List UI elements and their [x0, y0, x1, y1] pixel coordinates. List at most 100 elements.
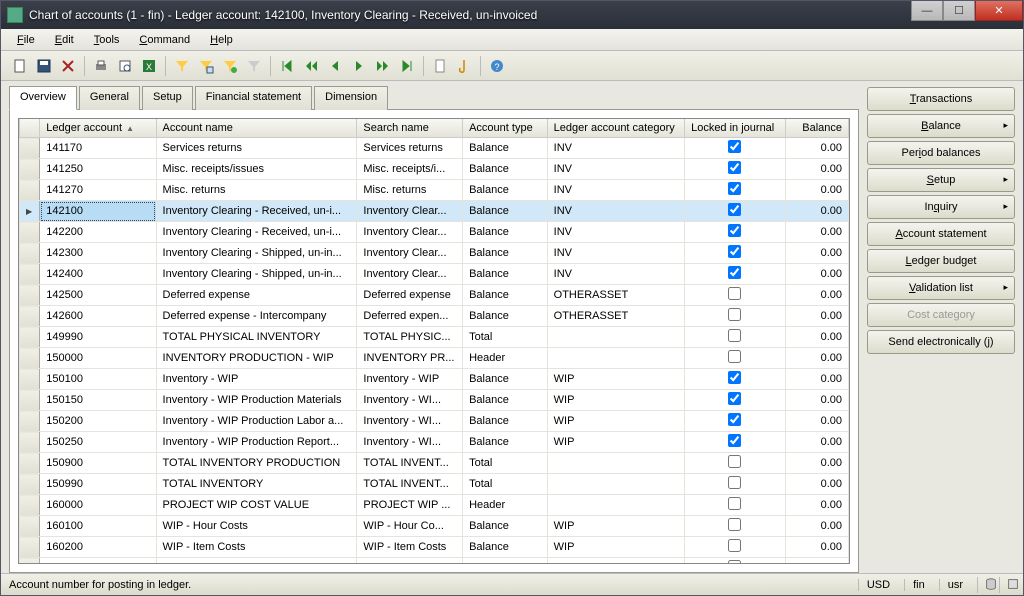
cell-account-type[interactable]: Balance — [463, 138, 548, 159]
cell-balance[interactable]: 0.00 — [785, 369, 849, 390]
cell-account-name[interactable]: Deferred expense - Intercompany — [156, 306, 357, 327]
cell-balance[interactable]: 0.00 — [785, 243, 849, 264]
locked-checkbox[interactable] — [728, 518, 741, 531]
cell-balance[interactable]: 0.00 — [785, 348, 849, 369]
cell-locked[interactable] — [685, 348, 785, 369]
cell-search-name[interactable]: PROJECT WIP ... — [357, 495, 463, 516]
cell-account-type[interactable]: Balance — [463, 180, 548, 201]
cell-locked[interactable] — [685, 369, 785, 390]
table-row[interactable]: 142200Inventory Clearing - Received, un-… — [20, 222, 849, 243]
cell-category[interactable] — [547, 348, 684, 369]
table-row[interactable]: 150000INVENTORY PRODUCTION - WIPINVENTOR… — [20, 348, 849, 369]
cell-account-name[interactable]: WIP - Hour Costs — [156, 516, 357, 537]
cell-locked[interactable] — [685, 537, 785, 558]
cell-search-name[interactable]: Deferred expense — [357, 285, 463, 306]
save-icon[interactable] — [33, 55, 55, 77]
filter-by-grid-icon[interactable] — [219, 55, 241, 77]
cell-ledger-account[interactable]: 150100 — [40, 369, 156, 390]
locked-checkbox[interactable] — [728, 161, 741, 174]
cell-account-name[interactable]: Inventory - WIP Production Materials — [156, 390, 357, 411]
cell-category[interactable]: WIP — [547, 537, 684, 558]
locked-checkbox[interactable] — [728, 224, 741, 237]
cell-account-name[interactable]: WIP - Expense Costs — [156, 558, 357, 565]
cell-search-name[interactable]: Inventory Clear... — [357, 201, 463, 222]
status-user[interactable]: usr — [939, 579, 971, 591]
cell-search-name[interactable]: TOTAL INVENT... — [357, 474, 463, 495]
cell-ledger-account[interactable]: 150000 — [40, 348, 156, 369]
cell-balance[interactable]: 0.00 — [785, 159, 849, 180]
help-icon[interactable]: ? — [486, 55, 508, 77]
menu-help[interactable]: Help — [202, 32, 241, 48]
cell-account-name[interactable]: TOTAL PHYSICAL INVENTORY — [156, 327, 357, 348]
print-preview-icon[interactable] — [114, 55, 136, 77]
cell-ledger-account[interactable]: 150990 — [40, 474, 156, 495]
cell-search-name[interactable]: TOTAL PHYSIC... — [357, 327, 463, 348]
table-row[interactable]: 150990TOTAL INVENTORYTOTAL INVENT...Tota… — [20, 474, 849, 495]
period-balances-button[interactable]: Period balances — [867, 141, 1015, 165]
cell-category[interactable]: WIP — [547, 411, 684, 432]
locked-checkbox[interactable] — [728, 287, 741, 300]
cell-category[interactable]: INV — [547, 243, 684, 264]
validation-list-button[interactable]: Validation list▸ — [867, 276, 1015, 300]
locked-checkbox[interactable] — [728, 434, 741, 447]
cell-account-type[interactable]: Balance — [463, 558, 548, 565]
cell-search-name[interactable]: Inventory Clear... — [357, 243, 463, 264]
cell-account-name[interactable]: INVENTORY PRODUCTION - WIP — [156, 348, 357, 369]
table-row[interactable]: 142600Deferred expense - IntercompanyDef… — [20, 306, 849, 327]
next-icon[interactable] — [348, 55, 370, 77]
cell-ledger-account[interactable]: 142300 — [40, 243, 156, 264]
locked-checkbox[interactable] — [728, 455, 741, 468]
cell-account-type[interactable]: Balance — [463, 411, 548, 432]
table-row[interactable]: 150250Inventory - WIP Production Report.… — [20, 432, 849, 453]
document-icon[interactable] — [429, 55, 451, 77]
transactions-button[interactable]: Transactions — [867, 87, 1015, 111]
cell-account-name[interactable]: Inventory - WIP — [156, 369, 357, 390]
cell-ledger-account[interactable]: 160000 — [40, 495, 156, 516]
menu-command[interactable]: Command — [131, 32, 198, 48]
attach-icon[interactable] — [453, 55, 475, 77]
cell-balance[interactable]: 0.00 — [785, 180, 849, 201]
cell-search-name[interactable]: Inventory Clear... — [357, 264, 463, 285]
cell-category[interactable]: WIP — [547, 558, 684, 565]
cell-search-name[interactable]: Misc. returns — [357, 180, 463, 201]
cell-ledger-account[interactable]: 160200 — [40, 537, 156, 558]
locked-checkbox[interactable] — [728, 476, 741, 489]
cell-locked[interactable] — [685, 222, 785, 243]
cell-account-name[interactable]: Inventory Clearing - Shipped, un-in... — [156, 264, 357, 285]
cell-balance[interactable]: 0.00 — [785, 285, 849, 306]
status-db-icon[interactable] — [977, 577, 993, 593]
table-row[interactable]: 150150Inventory - WIP Production Materia… — [20, 390, 849, 411]
cell-account-name[interactable]: WIP - Item Costs — [156, 537, 357, 558]
tab-overview[interactable]: Overview — [9, 86, 77, 110]
cell-search-name[interactable]: WIP - Item Costs — [357, 537, 463, 558]
cell-locked[interactable] — [685, 201, 785, 222]
col-account-type[interactable]: Account type — [463, 119, 548, 138]
cell-category[interactable]: WIP — [547, 432, 684, 453]
locked-checkbox[interactable] — [728, 539, 741, 552]
col-account-name[interactable]: Account name — [156, 119, 357, 138]
locked-checkbox[interactable] — [728, 371, 741, 384]
cell-search-name[interactable]: WIP - Hour Co... — [357, 516, 463, 537]
cell-balance[interactable]: 0.00 — [785, 411, 849, 432]
cell-locked[interactable] — [685, 264, 785, 285]
cell-category[interactable]: INV — [547, 264, 684, 285]
cell-balance[interactable]: 0.00 — [785, 390, 849, 411]
cell-account-name[interactable]: Inventory Clearing - Received, un-i... — [156, 222, 357, 243]
cell-account-type[interactable]: Balance — [463, 390, 548, 411]
last-icon[interactable] — [396, 55, 418, 77]
cell-account-name[interactable]: Inventory - WIP Production Labor a... — [156, 411, 357, 432]
cell-ledger-account[interactable]: 150200 — [40, 411, 156, 432]
excel-icon[interactable]: X — [138, 55, 160, 77]
cell-account-type[interactable]: Balance — [463, 432, 548, 453]
cell-ledger-account[interactable]: 142200 — [40, 222, 156, 243]
send-electronically-button[interactable]: Send electronically (j) — [867, 330, 1015, 354]
cell-account-type[interactable]: Total — [463, 453, 548, 474]
cell-category[interactable]: INV — [547, 180, 684, 201]
cell-locked[interactable] — [685, 411, 785, 432]
cell-account-name[interactable]: PROJECT WIP COST VALUE — [156, 495, 357, 516]
cell-locked[interactable] — [685, 516, 785, 537]
close-button[interactable]: ✕ — [975, 1, 1023, 21]
account-statement-button[interactable]: Account statement — [867, 222, 1015, 246]
locked-checkbox[interactable] — [728, 413, 741, 426]
cell-locked[interactable] — [685, 180, 785, 201]
